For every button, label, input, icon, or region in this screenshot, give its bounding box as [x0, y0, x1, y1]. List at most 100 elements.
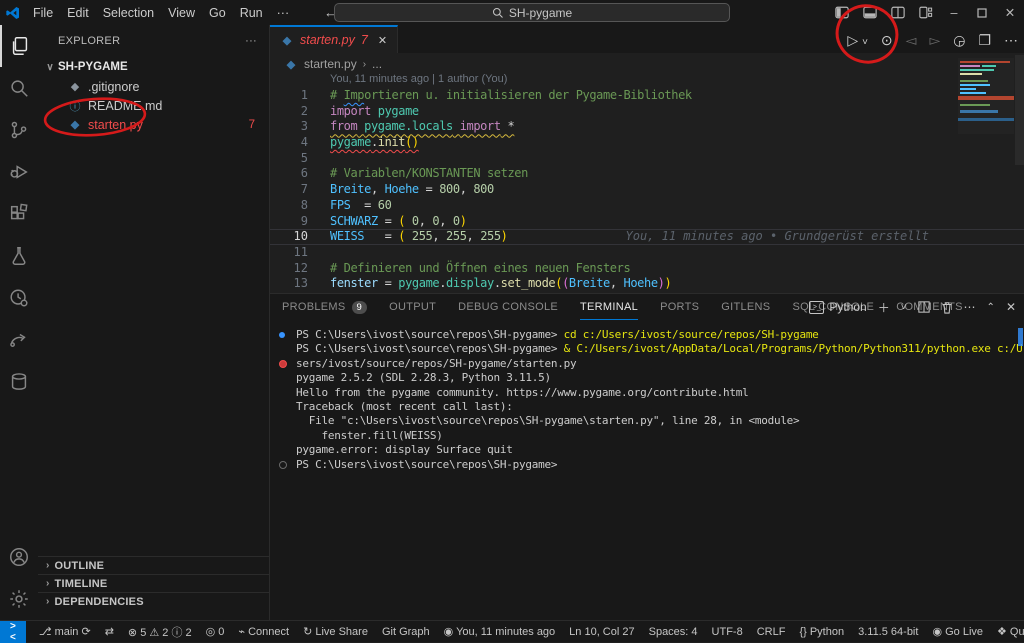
sidebar-sections: ›OUTLINE›TIMELINE›DEPENDENCIES: [38, 556, 270, 610]
source-control-activity-icon[interactable]: [0, 109, 38, 151]
run-debug-activity-icon[interactable]: [0, 151, 38, 193]
explorer-item-gitignore[interactable]: ◆.gitignore: [38, 77, 269, 96]
run-dropdown-icon[interactable]: ˅: [862, 37, 868, 48]
breadcrumb-more[interactable]: ...: [372, 57, 382, 71]
toggle-sidebar-icon[interactable]: [828, 0, 856, 25]
line-number: 13: [270, 276, 308, 292]
code-text: # Importieren u. initialisieren der Pyga…: [308, 88, 692, 104]
minimap[interactable]: [958, 58, 1014, 134]
menu-selection[interactable]: Selection: [96, 6, 161, 20]
new-terminal-icon[interactable]: ＋: [878, 299, 890, 316]
section-label: OUTLINE: [55, 560, 105, 572]
code-text: [308, 245, 330, 261]
close-tab-icon[interactable]: ✕: [378, 34, 387, 47]
code-line-1[interactable]: 1# Importieren u. initialisieren der Pyg…: [270, 88, 1024, 104]
menu-edit[interactable]: Edit: [60, 6, 96, 20]
explorer-activity-icon[interactable]: [0, 25, 38, 67]
menu-file[interactable]: File: [26, 6, 60, 20]
line-number: 6: [270, 166, 308, 182]
terminal-profile-dropdown-icon[interactable]: ˅: [901, 302, 907, 313]
terminal-line: pygame 2.5.2 (SDL 2.28.3, Python 3.11.5): [270, 371, 1012, 385]
workspace-folder[interactable]: ∨ SH-PYGAME: [38, 57, 269, 77]
panel-tab-output[interactable]: OUTPUT: [389, 294, 436, 320]
explorer-sidebar: EXPLORER ··· ∨ SH-PYGAME ◆.gitignoreⓘREA…: [38, 25, 270, 620]
close-window-button[interactable]: ✕: [996, 0, 1024, 25]
panel-tab-terminal[interactable]: TERMINAL: [580, 294, 638, 320]
terminal-instance[interactable]: >_ Python: [809, 300, 866, 314]
toggle-panel-icon[interactable]: [856, 0, 884, 25]
code-line-9[interactable]: 9SCHWARZ = ( 0, 0, 0): [270, 214, 1024, 230]
editor-scrollbar[interactable]: [1015, 55, 1024, 165]
code-line-3[interactable]: 3from pygame.locals import *: [270, 119, 1024, 135]
code-text: SCHWARZ = ( 0, 0, 0): [308, 214, 467, 230]
database-activity-icon[interactable]: [0, 361, 38, 403]
split-editor-icon[interactable]: ❐: [978, 32, 991, 49]
code-line-4[interactable]: 4pygame.init(): [270, 135, 1024, 151]
kill-terminal-icon[interactable]: [941, 301, 953, 314]
account-icon[interactable]: [0, 536, 38, 578]
menu-go[interactable]: Go: [202, 6, 233, 20]
breadcrumb-file[interactable]: starten.py: [304, 57, 357, 71]
menu-run[interactable]: Run: [233, 6, 270, 20]
section-timeline[interactable]: ›TIMELINE: [38, 574, 270, 592]
terminal-output[interactable]: PS C:\Users\ivost\source\repos\SH-pygame…: [270, 328, 1012, 472]
chevron-right-icon: ›: [46, 596, 50, 607]
split-editor-layout-icon[interactable]: [884, 0, 912, 25]
explorer-more-actions-icon[interactable]: ···: [245, 35, 257, 47]
panel-tab-debug-console[interactable]: DEBUG CONSOLE: [458, 294, 558, 320]
line-number: 7: [270, 182, 308, 198]
extensions-activity-icon[interactable]: [0, 193, 38, 235]
panel-tab-gitlens[interactable]: GITLENS: [721, 294, 770, 320]
code-text: Breite, Hoehe = 800, 800: [308, 182, 494, 198]
problems-badge: 9: [352, 301, 368, 314]
run-interactive-icon[interactable]: ◶: [953, 32, 965, 49]
code-line-5[interactable]: 5: [270, 151, 1024, 167]
code-line-8[interactable]: 8FPS = 60: [270, 198, 1024, 214]
code-text: import pygame: [308, 104, 419, 120]
breadcrumb[interactable]: ◆ starten.py › ...: [284, 55, 382, 73]
code-line-11[interactable]: 11: [270, 245, 1024, 261]
code-line-2[interactable]: 2import pygame: [270, 104, 1024, 120]
testing-activity-icon[interactable]: [0, 235, 38, 277]
panel-tab-problems[interactable]: PROBLEMS9: [282, 294, 367, 320]
code-editor[interactable]: 1# Importieren u. initialisieren der Pyg…: [270, 88, 1024, 292]
tab-starten-py[interactable]: ◆ starten.py 7 ✕: [270, 25, 398, 53]
terminal-icon: >_: [809, 301, 824, 314]
gitlens-activity-icon[interactable]: [0, 277, 38, 319]
workspace-name: SH-PYGAME: [58, 61, 128, 73]
code-line-7[interactable]: 7Breite, Hoehe = 800, 800: [270, 182, 1024, 198]
panel-more-actions-icon[interactable]: ⋯: [964, 300, 976, 314]
panel-tab-ports[interactable]: PORTS: [660, 294, 699, 320]
maximize-button[interactable]: [968, 0, 996, 25]
section-outline[interactable]: ›OUTLINE: [38, 556, 270, 574]
split-terminal-icon[interactable]: [918, 301, 930, 313]
next-change-icon[interactable]: ▻: [929, 32, 940, 49]
bottom-panel: PROBLEMS9 OUTPUT DEBUG CONSOLE TERMINAL PORT…: [270, 293, 1024, 620]
code-line-12[interactable]: 12# Definieren und Öffnen eines neuen Fe…: [270, 261, 1024, 277]
open-changes-icon[interactable]: ⊙: [881, 32, 893, 49]
terminal-scrollbar[interactable]: [1018, 328, 1023, 346]
run-python-button[interactable]: ▷ ˅: [847, 32, 868, 49]
section-dependencies[interactable]: ›DEPENDENCIES: [38, 592, 270, 610]
line-number: 8: [270, 198, 308, 214]
terminal-line: Traceback (most recent call last):: [270, 400, 1012, 414]
code-line-10[interactable]: 10WEISS = ( 255, 255, 255)You, 11 minute…: [270, 229, 1024, 245]
editor-more-actions-icon[interactable]: ⋯: [1004, 32, 1018, 49]
menu-view[interactable]: View: [161, 6, 202, 20]
customize-layout-icon[interactable]: [912, 0, 940, 25]
code-line-13[interactable]: 13fenster = pygame.display.set_mode((Bre…: [270, 276, 1024, 292]
maximize-panel-icon[interactable]: ⌃: [987, 302, 995, 313]
settings-gear-icon[interactable]: [0, 578, 38, 620]
explorer-item-startenpy[interactable]: ◆starten.py7: [38, 115, 269, 134]
gitlens-inline-blame: You, 11 minutes ago • Grundgerüst erstel…: [626, 230, 929, 244]
minimize-button[interactable]: –: [940, 0, 968, 25]
search-activity-icon[interactable]: [0, 67, 38, 109]
menu-[interactable]: ···: [270, 6, 297, 20]
previous-change-icon[interactable]: ◅: [906, 32, 917, 49]
close-panel-icon[interactable]: ✕: [1006, 300, 1016, 314]
explorer-item-READMEmd[interactable]: ⓘREADME.md: [38, 96, 269, 115]
live-share-activity-icon[interactable]: [0, 319, 38, 361]
terminal-decoration-err-icon: [279, 360, 287, 368]
code-line-6[interactable]: 6# Variablen/KONSTANTEN setzen: [270, 166, 1024, 182]
command-center-search[interactable]: SH-pygame: [334, 3, 730, 22]
